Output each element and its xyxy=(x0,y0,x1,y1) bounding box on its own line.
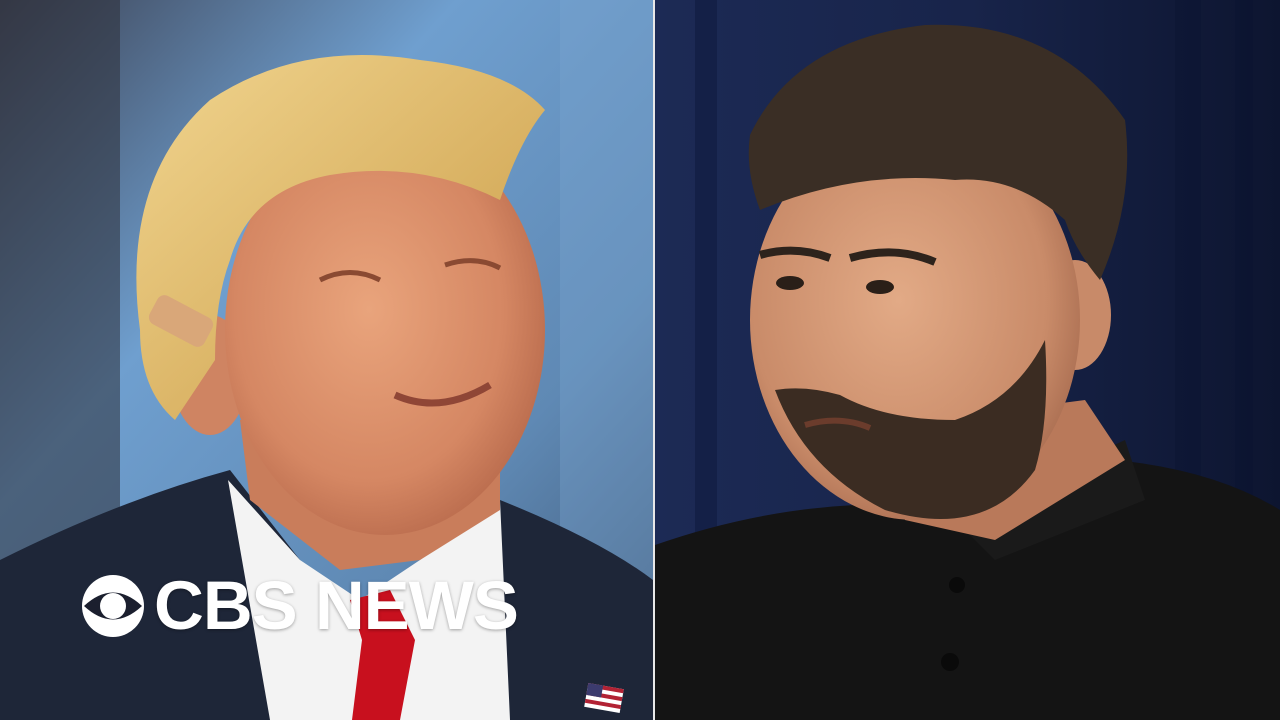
right-portrait-illustration xyxy=(655,0,1280,720)
brand-name: CBS NEWS xyxy=(154,567,519,644)
cbs-eye-icon xyxy=(82,575,144,637)
cbs-news-logo: CBS NEWS xyxy=(80,567,519,644)
right-photo-panel xyxy=(655,0,1280,720)
